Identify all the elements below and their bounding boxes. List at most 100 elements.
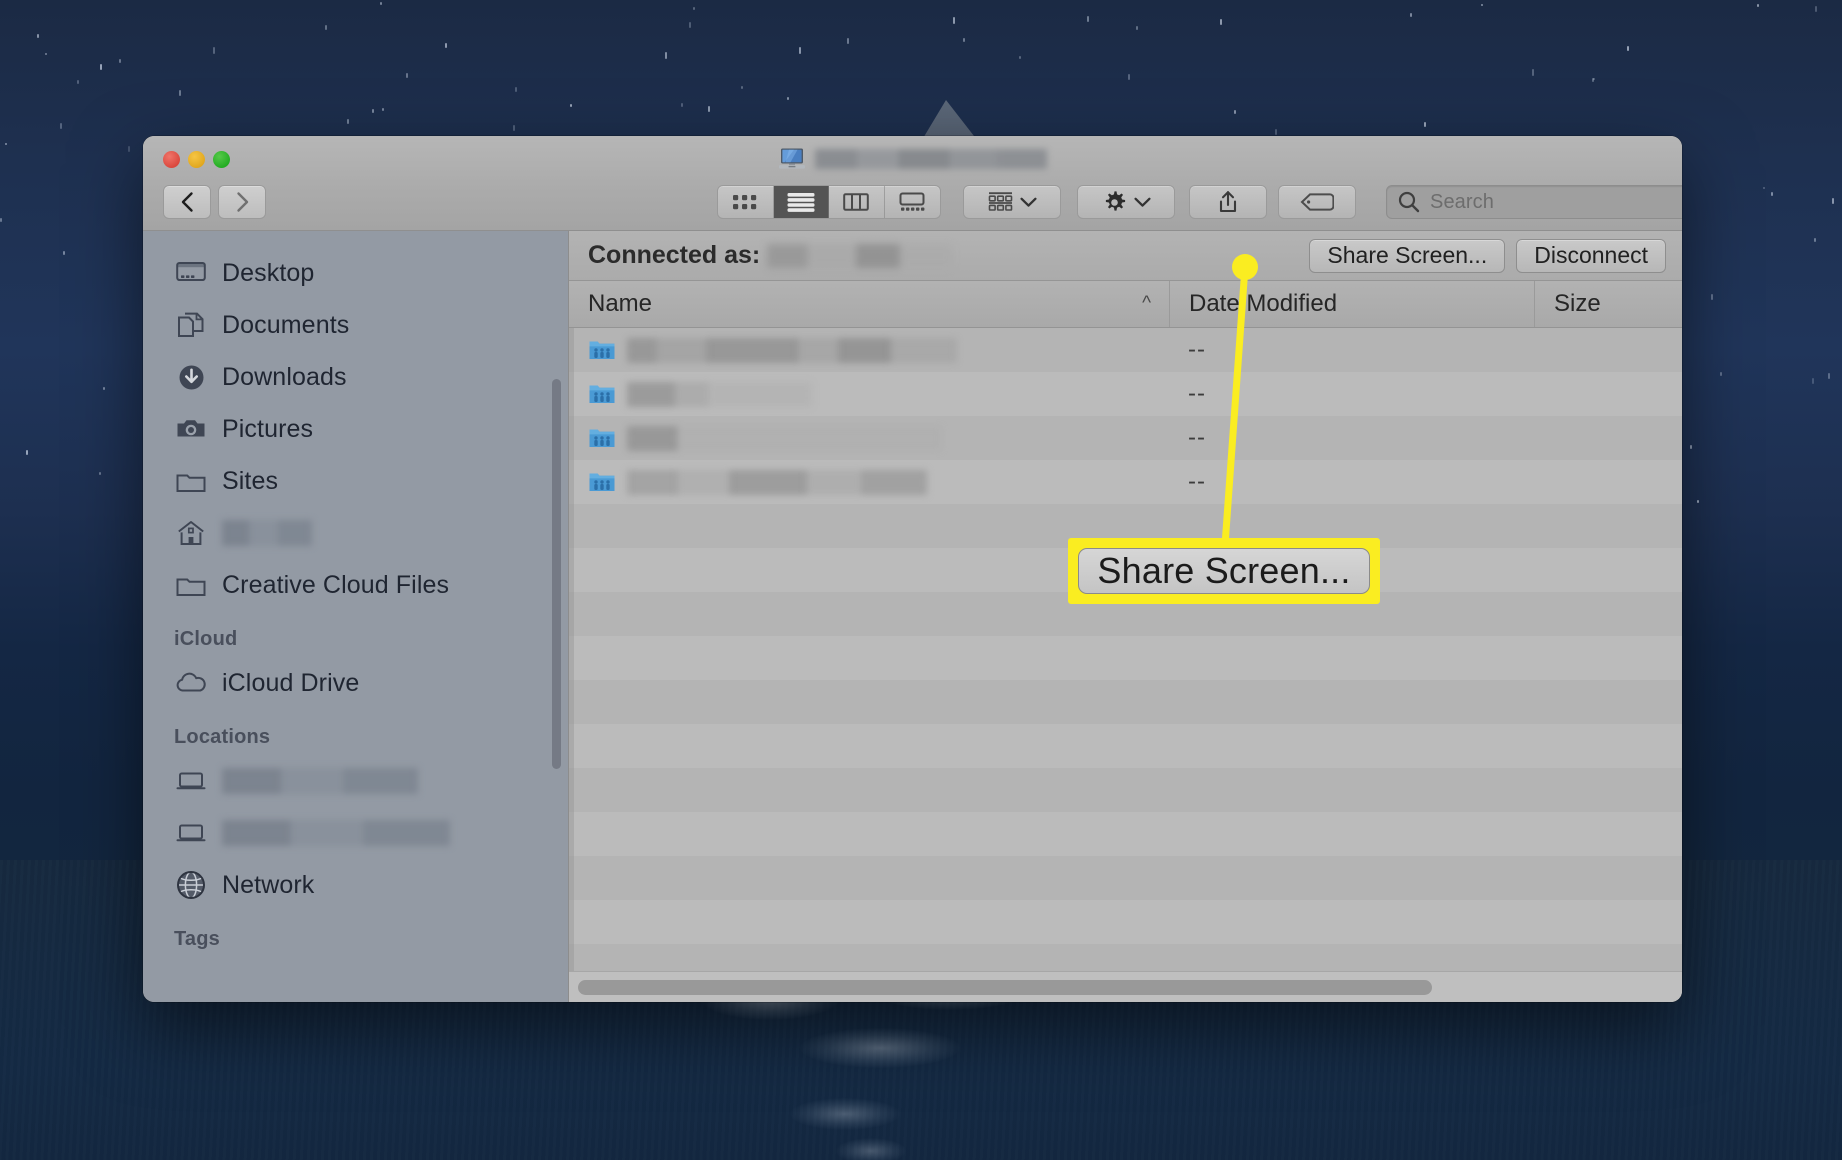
- laptop-icon: [174, 822, 208, 844]
- connected-as-bar: Connected as: Share Screen... Disconnect: [569, 231, 1682, 281]
- callout-label: Share Screen...: [1097, 550, 1351, 591]
- sidebar-item-label: Desktop: [222, 258, 315, 287]
- file-name-redacted: [627, 425, 942, 451]
- empty-row: [569, 724, 1682, 768]
- cell-name: [569, 469, 1169, 495]
- shared-folder-icon: [589, 341, 615, 359]
- folder-icon: [174, 574, 208, 597]
- table-row[interactable]: --: [569, 416, 1682, 460]
- shared-folder-icon: [589, 385, 615, 403]
- sidebar-item-location-2[interactable]: [143, 807, 568, 859]
- folder-icon: [174, 470, 208, 493]
- share-icon: [1219, 191, 1237, 213]
- back-button[interactable]: [163, 185, 211, 219]
- column-header-label: Size: [1554, 290, 1601, 317]
- horizontal-scrollbar[interactable]: [569, 971, 1682, 1002]
- share-screen-button[interactable]: Share Screen...: [1309, 238, 1506, 273]
- window-title: [143, 147, 1682, 171]
- sidebar-item-desktop[interactable]: Desktop: [143, 247, 568, 299]
- sidebar-item-pictures[interactable]: Pictures: [143, 403, 568, 455]
- sidebar-item-icloud-drive[interactable]: iCloud Drive: [143, 657, 568, 709]
- empty-row: [569, 900, 1682, 944]
- table-row[interactable]: --: [569, 372, 1682, 416]
- documents-pages-icon: [174, 312, 208, 338]
- disconnect-button[interactable]: Disconnect: [1516, 238, 1666, 273]
- cell-name: [569, 337, 1169, 363]
- table-row[interactable]: --: [569, 460, 1682, 504]
- cell-date-modified: --: [1188, 468, 1206, 495]
- sidebar-item-creative-cloud-files[interactable]: Creative Cloud Files: [143, 559, 568, 611]
- shared-folder-icon: [589, 473, 615, 491]
- column-header-label: Name: [588, 290, 653, 317]
- gallery-view-icon: [899, 192, 925, 211]
- table-row[interactable]: --: [569, 328, 1682, 372]
- sidebar-item-network[interactable]: Network: [143, 859, 568, 911]
- horizontal-scrollbar-thumb[interactable]: [578, 979, 1433, 995]
- file-name-redacted: [627, 337, 957, 363]
- cell-date-modified: --: [1188, 380, 1206, 407]
- sidebar-item-sites[interactable]: Sites: [143, 455, 568, 507]
- column-view-button[interactable]: [829, 186, 885, 218]
- sidebar-item-home[interactable]: [143, 507, 568, 559]
- sidebar-section-tags: Tags: [174, 928, 220, 950]
- callout-button-replica: Share Screen...: [1078, 548, 1370, 594]
- laptop-icon: [174, 770, 208, 792]
- empty-row: [569, 636, 1682, 680]
- cell-date-modified: --: [1188, 424, 1206, 451]
- window-toolbar: Search: [143, 136, 1682, 231]
- finder-window: Search Desktop Documents Downloads Pictu…: [143, 136, 1682, 1002]
- action-menu-button[interactable]: [1077, 185, 1175, 219]
- list-view-icon: [787, 193, 815, 212]
- finder-sidebar: Desktop Documents Downloads Pictures Sit…: [143, 231, 568, 1002]
- view-mode-group: [717, 185, 941, 219]
- globe-network-icon: [174, 870, 208, 900]
- empty-row: [569, 812, 1682, 856]
- sidebar-item-label: iCloud Drive: [222, 668, 360, 697]
- forward-button[interactable]: [218, 185, 266, 219]
- window-body: Desktop Documents Downloads Pictures Sit…: [143, 231, 1682, 1002]
- gallery-view-button[interactable]: [885, 186, 941, 218]
- column-header-date-modified[interactable]: Date Modified: [1169, 281, 1534, 327]
- share-button[interactable]: [1189, 185, 1267, 219]
- cell-name: [569, 425, 1169, 451]
- search-icon: [1398, 191, 1420, 213]
- chevron-down-icon: [1019, 197, 1037, 207]
- file-list-pane: Connected as: Share Screen... Disconnect…: [568, 231, 1682, 1002]
- connected-user-redacted: [767, 243, 953, 268]
- empty-row: [569, 680, 1682, 724]
- column-view-icon: [843, 193, 870, 211]
- file-pane-scroll-track[interactable]: [569, 328, 574, 971]
- imac-computer-icon: [779, 148, 805, 169]
- column-header-label: Date Modified: [1189, 290, 1338, 317]
- list-view-button[interactable]: [773, 186, 829, 218]
- column-header-size[interactable]: Size: [1534, 281, 1682, 327]
- desktop-wallpaper: Search Desktop Documents Downloads Pictu…: [0, 0, 1842, 1160]
- tag-icon: [1300, 193, 1334, 211]
- sidebar-item-location-1[interactable]: [143, 755, 568, 807]
- desktop-monitor-icon: [174, 261, 208, 285]
- chevron-down-icon: [1133, 197, 1151, 207]
- icon-view-button[interactable]: [718, 186, 774, 218]
- sort-ascending-icon: ^: [1142, 293, 1151, 314]
- chevron-right-icon: [236, 192, 248, 212]
- sidebar-section-locations: Locations: [174, 726, 271, 748]
- sidebar-item-label: Creative Cloud Files: [222, 570, 450, 599]
- chevron-left-icon: [181, 192, 193, 212]
- sidebar-item-label: Documents: [222, 310, 350, 339]
- file-name-redacted: [627, 469, 927, 495]
- navigation-buttons: [163, 185, 266, 219]
- sidebar-item-downloads[interactable]: Downloads: [143, 351, 568, 403]
- sidebar-item-label-redacted: [222, 520, 312, 546]
- cell-date-modified: --: [1188, 336, 1206, 363]
- empty-row: [569, 768, 1682, 812]
- empty-row: [569, 856, 1682, 900]
- tag-button[interactable]: [1278, 185, 1356, 219]
- search-input[interactable]: Search: [1386, 185, 1682, 219]
- group-items-icon: [988, 192, 1012, 211]
- arrange-button[interactable]: [963, 185, 1061, 219]
- sidebar-scrollbar[interactable]: [552, 379, 561, 769]
- empty-row: [569, 944, 1682, 971]
- column-header-name[interactable]: Name ^: [569, 281, 1169, 327]
- sidebar-item-documents[interactable]: Documents: [143, 299, 568, 351]
- column-headers: Name ^ Date Modified Size: [569, 281, 1682, 328]
